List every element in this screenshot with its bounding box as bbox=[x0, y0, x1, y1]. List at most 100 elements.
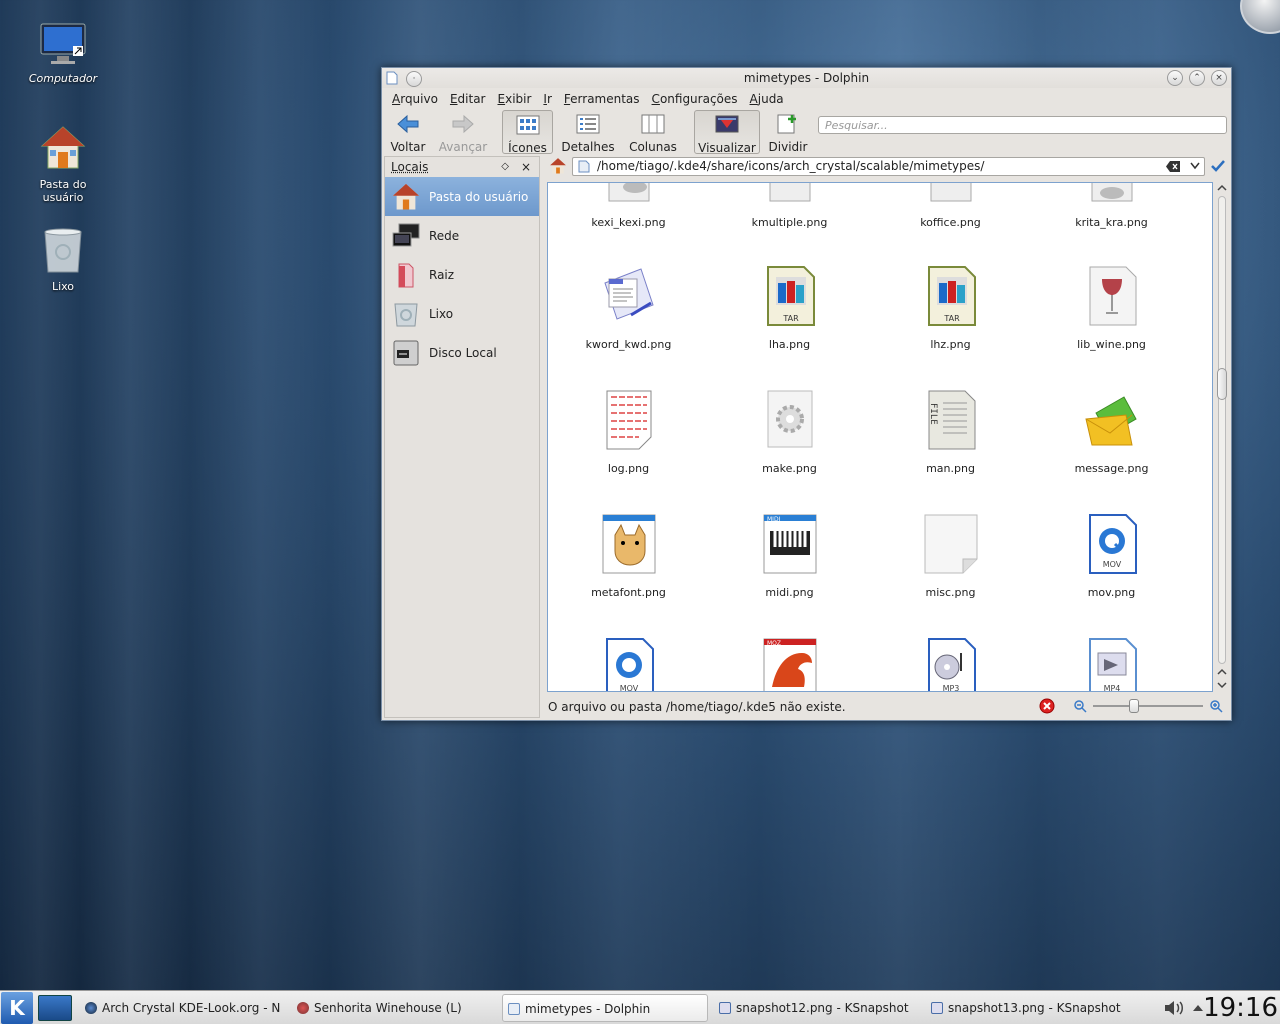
float-panel-icon[interactable]: ◇ bbox=[501, 157, 509, 177]
mozilla-file-icon: MOZ bbox=[763, 638, 816, 691]
trash-icon bbox=[394, 303, 418, 326]
desktop-icon-home[interactable]: Pasta do usuário bbox=[18, 124, 108, 204]
window-titlebar[interactable]: · mimetypes - Dolphin ⌄ ⌃ × bbox=[382, 68, 1231, 88]
file-item[interactable]: krita_kra.png bbox=[1031, 183, 1192, 229]
scroll-down-icon[interactable] bbox=[1215, 679, 1229, 691]
file-item[interactable]: message.png bbox=[1031, 389, 1192, 475]
status-zoom-controls bbox=[1039, 698, 1223, 714]
search-input[interactable]: Pesquisar... bbox=[818, 116, 1227, 134]
zoom-slider[interactable] bbox=[1093, 699, 1203, 713]
zoom-slider-handle[interactable] bbox=[1129, 699, 1139, 713]
desktop-icon-label: Lixo bbox=[51, 280, 75, 293]
menu-editar[interactable]: Editar bbox=[444, 92, 492, 106]
task-ksnapshot-12[interactable]: snapshot12.png - KSnapshot bbox=[714, 994, 920, 1022]
dolphin-icon bbox=[508, 1003, 520, 1015]
places-item-root[interactable]: Raiz bbox=[385, 255, 539, 294]
file-item[interactable]: TAR lha.png bbox=[709, 265, 870, 351]
icons-view-button[interactable]: Ícones bbox=[502, 110, 553, 155]
wine-library-icon bbox=[1089, 266, 1136, 326]
close-panel-icon[interactable]: × bbox=[521, 157, 531, 177]
menu-ajuda[interactable]: Ajuda bbox=[744, 92, 790, 106]
clear-location-icon[interactable] bbox=[1166, 161, 1180, 172]
trash-icon bbox=[44, 228, 82, 273]
file-item[interactable]: log.png bbox=[548, 389, 709, 475]
places-item-local-disk[interactable]: Disco Local bbox=[385, 333, 539, 372]
places-item-label: Raiz bbox=[429, 267, 455, 282]
maximize-button[interactable]: ⌃ bbox=[1189, 70, 1205, 86]
file-item[interactable]: TAR lhz.png bbox=[870, 265, 1031, 351]
back-label: Voltar bbox=[390, 140, 426, 154]
svg-text:MOV: MOV bbox=[1102, 560, 1121, 569]
window-menu-icon[interactable] bbox=[386, 71, 398, 85]
columns-view-button[interactable]: Colunas bbox=[626, 110, 680, 154]
scroll-thumb[interactable] bbox=[1217, 368, 1227, 400]
task-browser[interactable]: Arch Crystal KDE-Look.org - Na bbox=[80, 994, 280, 1022]
close-message-icon[interactable] bbox=[1039, 698, 1055, 714]
places-item-label: Pasta do usuário bbox=[429, 189, 529, 204]
file-name: mov.png bbox=[1087, 586, 1136, 599]
file-item[interactable]: kword_kwd.png bbox=[548, 265, 709, 351]
menu-exibir[interactable]: Exibir bbox=[492, 92, 538, 106]
columns-view-label: Colunas bbox=[629, 140, 677, 154]
places-item-trash[interactable]: Lixo bbox=[385, 294, 539, 333]
desktop-toolbox-orb[interactable] bbox=[1240, 0, 1280, 34]
menu-arquivo[interactable]: Arquivo bbox=[386, 92, 444, 106]
task-music[interactable]: Senhorita Winehouse (L) bbox=[292, 994, 492, 1022]
zoom-out-icon[interactable] bbox=[1073, 699, 1087, 713]
scroll-up-icon[interactable] bbox=[1215, 666, 1229, 678]
file-item[interactable]: MP4 bbox=[1031, 637, 1192, 691]
desktop-icon-trash[interactable]: Lixo bbox=[18, 226, 108, 293]
file-item[interactable]: MOV mov.png bbox=[1031, 513, 1192, 599]
file-item[interactable]: MOZ bbox=[709, 637, 870, 691]
sticky-button[interactable]: · bbox=[406, 71, 422, 87]
file-item[interactable]: MIDI midi.png bbox=[709, 513, 870, 599]
clock[interactable]: 19:16 bbox=[1203, 991, 1278, 1024]
kde-menu-button[interactable]: K bbox=[1, 992, 33, 1024]
task-dolphin[interactable]: mimetypes - Dolphin bbox=[502, 994, 708, 1022]
task-label: snapshot13.png - KSnapshot bbox=[948, 1001, 1121, 1015]
metafont-file-icon bbox=[602, 514, 655, 574]
close-button[interactable]: × bbox=[1211, 70, 1227, 86]
forward-label: Avançar bbox=[438, 140, 488, 154]
file-item[interactable]: lib_wine.png bbox=[1031, 265, 1192, 351]
scroll-track[interactable] bbox=[1218, 196, 1226, 664]
menu-ir[interactable]: Ir bbox=[537, 92, 557, 106]
file-item[interactable]: kexi_kexi.png bbox=[548, 183, 709, 229]
menu-configuracoes[interactable]: Configurações bbox=[646, 92, 744, 106]
task-ksnapshot-13[interactable]: snapshot13.png - KSnapshot bbox=[926, 994, 1132, 1022]
places-item-home[interactable]: Pasta do usuário bbox=[385, 177, 539, 216]
file-item[interactable]: kmultiple.png bbox=[709, 183, 870, 229]
places-item-network[interactable]: Rede bbox=[385, 216, 539, 255]
vertical-scrollbar[interactable] bbox=[1215, 182, 1229, 692]
file-item[interactable]: koffice.png bbox=[870, 183, 1031, 229]
minimize-button[interactable]: ⌄ bbox=[1167, 70, 1183, 86]
volume-icon[interactable] bbox=[1163, 999, 1187, 1017]
preview-button[interactable]: Visualizar bbox=[694, 110, 760, 155]
file-item[interactable]: MP3 bbox=[870, 637, 1031, 691]
details-view-button[interactable]: Detalhes bbox=[560, 110, 616, 154]
globe-icon bbox=[85, 1002, 97, 1014]
forward-button[interactable]: Avançar bbox=[438, 110, 488, 154]
kexi-file-icon bbox=[608, 183, 649, 202]
file-item[interactable]: make.png bbox=[709, 389, 870, 475]
desktop-icon-label: Pasta do usuário bbox=[39, 178, 87, 204]
chevron-down-icon[interactable] bbox=[1190, 162, 1200, 170]
file-item[interactable]: metafont.png bbox=[548, 513, 709, 599]
zoom-in-icon[interactable] bbox=[1209, 699, 1223, 713]
places-item-label: Rede bbox=[429, 228, 460, 243]
scroll-up-icon[interactable] bbox=[1215, 182, 1229, 194]
show-desktop-button[interactable] bbox=[38, 995, 72, 1021]
home-button-icon[interactable] bbox=[548, 157, 568, 175]
path-input[interactable]: /home/tiago/.kde4/share/icons/arch_cryst… bbox=[572, 157, 1205, 176]
back-button[interactable]: Voltar bbox=[386, 110, 430, 154]
menu-ferramentas[interactable]: Ferramentas bbox=[558, 92, 646, 106]
file-item[interactable]: misc.png bbox=[870, 513, 1031, 599]
file-icon-view[interactable]: kexi_kexi.png kmultiple.png koffice.png … bbox=[547, 182, 1213, 692]
confirm-location-icon[interactable] bbox=[1210, 159, 1226, 173]
computer-icon bbox=[40, 23, 86, 64]
file-item[interactable]: MOV bbox=[548, 637, 709, 691]
file-item[interactable]: FILE man.png bbox=[870, 389, 1031, 475]
split-button[interactable]: Dividir bbox=[768, 110, 808, 154]
network-icon bbox=[392, 223, 420, 246]
desktop-icon-computer[interactable]: Computador bbox=[18, 22, 108, 85]
